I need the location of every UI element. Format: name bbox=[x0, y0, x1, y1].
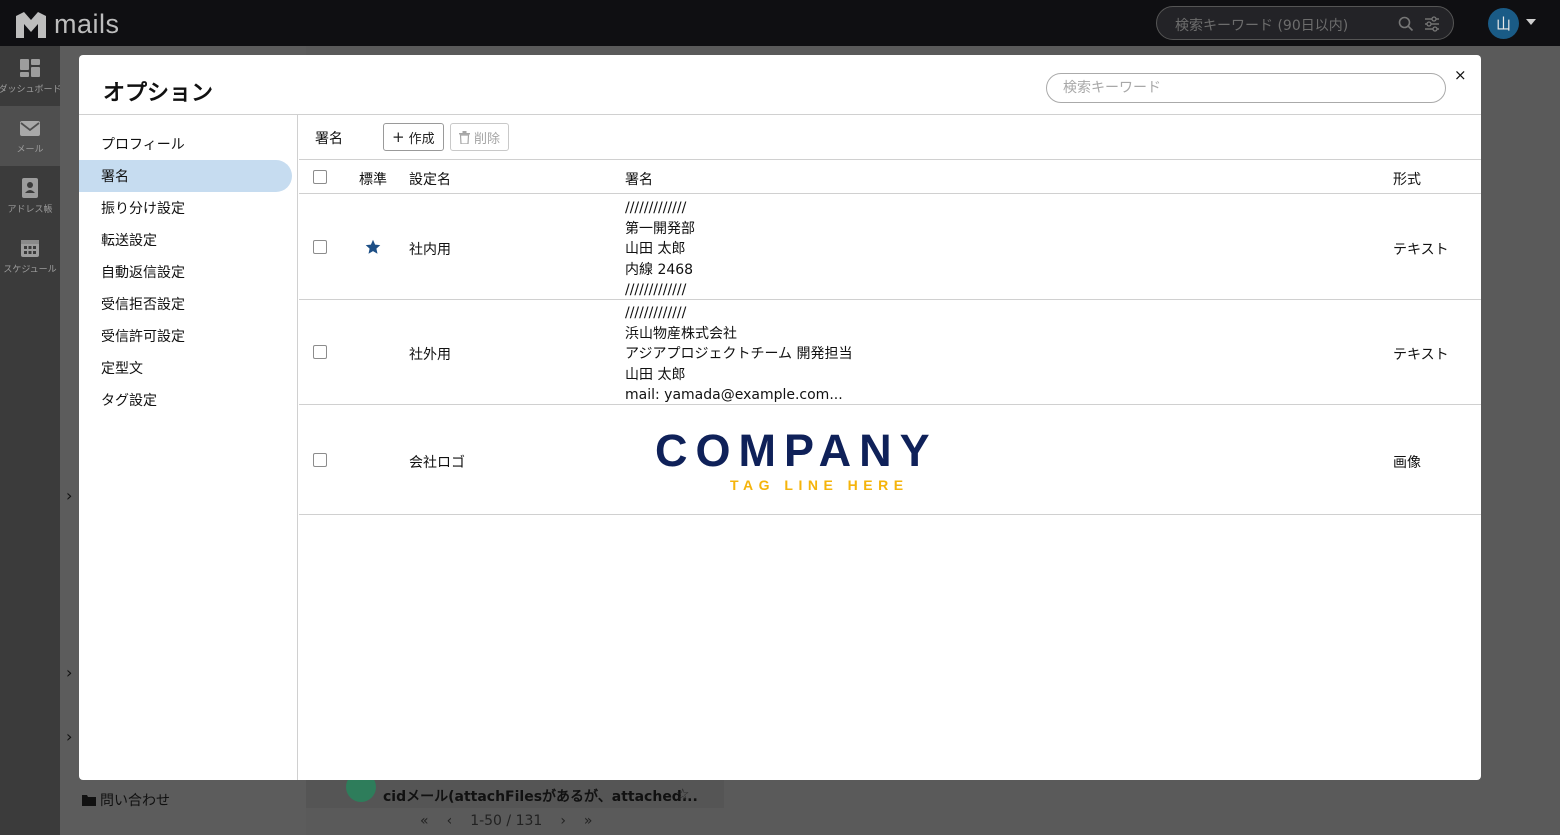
default-star-icon[interactable] bbox=[365, 239, 381, 255]
options-search-input[interactable] bbox=[1047, 74, 1445, 102]
column-header-default[interactable]: 標準 bbox=[359, 169, 387, 189]
dashboard-icon bbox=[20, 58, 40, 77]
signature-line: 山田 太郎 bbox=[625, 241, 686, 258]
prev-page-icon[interactable]: ‹ bbox=[447, 813, 453, 829]
nav-item-signature[interactable]: 署名 bbox=[79, 160, 292, 192]
star-outline-icon[interactable]: ☆ bbox=[676, 785, 689, 803]
row-checkbox[interactable] bbox=[313, 453, 327, 467]
pagination: « ‹ 1-50 / 131 › » bbox=[420, 813, 593, 829]
folder-expand-icon[interactable]: › bbox=[66, 486, 72, 505]
row-checkbox[interactable] bbox=[313, 345, 327, 359]
rail-label-mail: メール bbox=[16, 144, 44, 155]
options-search-field[interactable] bbox=[1046, 73, 1446, 103]
folder-label: 問い合わせ bbox=[100, 793, 170, 809]
trash-icon bbox=[459, 130, 470, 144]
rail-item-schedule[interactable]: スケジュール bbox=[0, 226, 60, 286]
page-range: 1-50 / 131 bbox=[470, 813, 543, 829]
last-page-icon[interactable]: » bbox=[584, 813, 593, 829]
close-icon[interactable]: × bbox=[1454, 66, 1467, 84]
folder-icon bbox=[82, 795, 96, 806]
next-page-icon[interactable]: › bbox=[560, 813, 566, 829]
table-row[interactable]: 社内用 ///////////// 第一開発部 山田 太郎 内線 2468 //… bbox=[299, 195, 1481, 300]
filter-settings-icon[interactable] bbox=[1423, 15, 1441, 33]
nav-item-tags[interactable]: タグ設定 bbox=[79, 384, 292, 416]
nav-item-sorting[interactable]: 振り分け設定 bbox=[79, 192, 292, 224]
signature-name: 会社ロゴ bbox=[409, 455, 465, 471]
signature-preview: ///////////// 浜山物産株式会社 アジアプロジェクトチーム 開発担当… bbox=[625, 303, 852, 406]
signature-format: 画像 bbox=[1393, 455, 1421, 471]
nav-item-auto-reply[interactable]: 自動返信設定 bbox=[79, 256, 292, 288]
table-row[interactable]: 社外用 ///////////// 浜山物産株式会社 アジアプロジェクトチーム … bbox=[299, 300, 1481, 405]
nav-item-allow-list[interactable]: 受信許可設定 bbox=[79, 320, 292, 352]
column-header-name[interactable]: 設定名 bbox=[409, 169, 451, 189]
delete-button-label: 削除 bbox=[474, 131, 501, 147]
column-header-signature[interactable]: 署名 bbox=[625, 169, 653, 189]
row-checkbox[interactable] bbox=[313, 240, 327, 254]
signature-line: 山田 太郎 bbox=[625, 366, 686, 383]
section-title: 署名 bbox=[315, 131, 343, 147]
search-icon[interactable] bbox=[1397, 15, 1415, 33]
create-button-label: 作成 bbox=[408, 131, 435, 147]
signature-line: ///////////// bbox=[625, 305, 687, 321]
modal-title: オプション bbox=[103, 81, 214, 106]
signature-preview: ///////////// 第一開発部 山田 太郎 内線 2468 //////… bbox=[625, 198, 695, 301]
app-name: mails bbox=[54, 9, 120, 39]
mail-subject: cidメール(attachFilesがあるが、attached... bbox=[383, 789, 698, 805]
user-avatar[interactable]: 山 bbox=[1488, 8, 1519, 39]
rail-item-address-book[interactable]: アドレス帳 bbox=[0, 166, 60, 226]
signature-format: テキスト bbox=[1393, 242, 1449, 258]
left-rail: ダッシュボード メール アドレス帳 スケジュール bbox=[0, 46, 62, 835]
signature-line: 内線 2468 bbox=[625, 261, 694, 278]
options-side-nav: プロフィール 署名 振り分け設定 転送設定 自動返信設定 受信拒否設定 受信許可… bbox=[79, 115, 298, 780]
options-modal: オプション × プロフィール 署名 振り分け設定 転送設定 自動返信設定 受信拒… bbox=[79, 55, 1481, 780]
rail-label-address-book: アドレス帳 bbox=[7, 204, 53, 215]
rail-item-dashboard[interactable]: ダッシュボード bbox=[0, 46, 62, 106]
company-logo-image: COMPANY TAG LINE HERE bbox=[655, 425, 995, 495]
top-bar: mails 検索キーワード (90日以内) 山 bbox=[0, 0, 1560, 46]
signature-line: ///////////// bbox=[625, 200, 687, 216]
rail-label-dashboard: ダッシュボード bbox=[0, 84, 62, 95]
signature-name: 社内用 bbox=[409, 242, 451, 258]
nav-item-profile[interactable]: プロフィール bbox=[79, 128, 292, 160]
nav-item-forwarding[interactable]: 転送設定 bbox=[79, 224, 292, 256]
user-menu-caret-icon[interactable] bbox=[1526, 19, 1536, 25]
mail-icon bbox=[20, 120, 40, 136]
signature-name: 社外用 bbox=[409, 347, 451, 363]
create-button[interactable]: + 作成 bbox=[383, 123, 444, 151]
folder-item-inquiries[interactable]: 問い合わせ bbox=[82, 790, 170, 810]
column-header-format[interactable]: 形式 bbox=[1393, 169, 1421, 189]
signature-format: テキスト bbox=[1393, 347, 1449, 363]
logo-wordmark: COMPANY bbox=[655, 425, 938, 476]
global-search-placeholder: 検索キーワード (90日以内) bbox=[1175, 18, 1349, 34]
signature-panel: 署名 + 作成 削除 標準 設定名 署名 形式 社内用 ////////////… bbox=[299, 115, 1481, 780]
nav-item-block-list[interactable]: 受信拒否設定 bbox=[79, 288, 292, 320]
rail-label-schedule: スケジュール bbox=[3, 264, 57, 275]
delete-button[interactable]: 削除 bbox=[450, 123, 510, 151]
signature-line: 第一開発部 bbox=[625, 220, 695, 237]
first-page-icon[interactable]: « bbox=[420, 813, 429, 829]
mails-logo-icon bbox=[16, 11, 46, 38]
address-book-icon bbox=[22, 177, 38, 198]
signature-line: mail: yamada@example.com... bbox=[625, 387, 843, 404]
select-all-checkbox[interactable] bbox=[313, 170, 327, 184]
rail-item-mail[interactable]: メール bbox=[0, 106, 60, 166]
app-logo[interactable]: mails bbox=[16, 9, 120, 40]
calendar-icon bbox=[21, 239, 39, 257]
signature-line: 浜山物産株式会社 bbox=[625, 325, 737, 342]
signature-line: アジアプロジェクトチーム 開発担当 bbox=[625, 346, 853, 363]
logo-tagline: TAG LINE HERE bbox=[730, 477, 909, 493]
folder-expand-icon[interactable]: › bbox=[66, 727, 72, 746]
plus-icon: + bbox=[392, 128, 405, 146]
signature-line: ///////////// bbox=[625, 282, 687, 299]
table-header: 標準 設定名 署名 形式 bbox=[299, 159, 1481, 194]
nav-item-templates[interactable]: 定型文 bbox=[79, 352, 292, 384]
folder-expand-icon[interactable]: › bbox=[66, 663, 72, 682]
global-search-input[interactable]: 検索キーワード (90日以内) bbox=[1156, 6, 1454, 40]
table-row[interactable]: 会社ロゴ COMPANY TAG LINE HERE 画像 bbox=[299, 405, 1481, 515]
